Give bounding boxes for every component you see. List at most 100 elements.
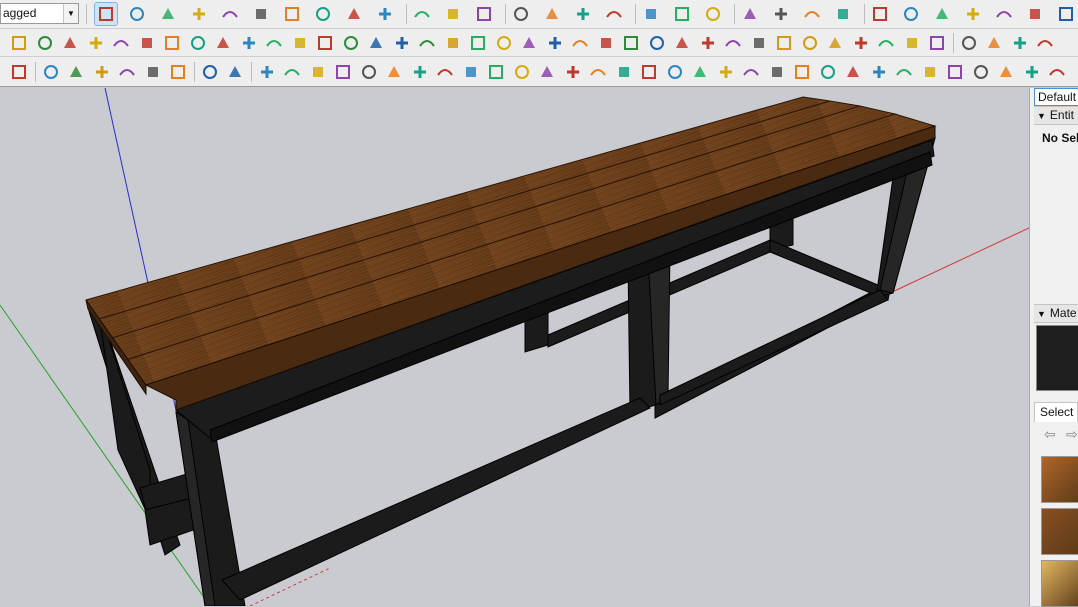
spiral-icon[interactable] — [110, 32, 132, 54]
panel-icon[interactable] — [161, 32, 183, 54]
shape-rectangle-icon[interactable] — [219, 3, 241, 25]
cube-brown-icon[interactable] — [569, 32, 591, 54]
horseshoe-icon[interactable] — [467, 32, 489, 54]
back-arrow-icon[interactable]: ⇦ — [1044, 426, 1056, 443]
curve-2-icon[interactable] — [281, 61, 303, 83]
coil-icon[interactable] — [689, 61, 711, 83]
doc-4-icon[interactable] — [1034, 32, 1056, 54]
entity-info-header[interactable]: ▼ Entit — [1034, 106, 1078, 125]
move-icon[interactable] — [312, 3, 334, 25]
add-circle-icon[interactable] — [40, 61, 62, 83]
slope-icon[interactable] — [817, 61, 839, 83]
move-blue-icon[interactable] — [646, 32, 668, 54]
blob-icon[interactable] — [358, 61, 380, 83]
cone-cyan-icon[interactable] — [391, 32, 413, 54]
follow-me-icon[interactable] — [281, 3, 303, 25]
sandbox-icon[interactable] — [739, 3, 761, 25]
grid-yellow-2-icon[interactable] — [824, 32, 846, 54]
materials-select-tab[interactable]: Select — [1034, 402, 1078, 422]
layers-red-icon[interactable] — [1024, 3, 1046, 25]
warehouse-icon[interactable] — [640, 3, 662, 25]
corner-3-icon[interactable] — [587, 61, 609, 83]
account-icon[interactable] — [770, 3, 792, 25]
zoom-extents-icon[interactable] — [603, 3, 625, 25]
text-label-icon[interactable] — [442, 3, 464, 25]
layers-2-icon[interactable] — [993, 3, 1015, 25]
layers-1-icon[interactable] — [962, 3, 984, 25]
chevron-down-icon[interactable]: ▼ — [63, 4, 78, 23]
scale-icon[interactable] — [374, 3, 396, 25]
dotted-grid-icon[interactable] — [901, 32, 923, 54]
blob-outline-icon[interactable] — [383, 61, 405, 83]
plane-outline-icon[interactable] — [85, 32, 107, 54]
grid-yellow-icon[interactable] — [799, 32, 821, 54]
stairs-icon[interactable] — [493, 32, 515, 54]
materials-header[interactable]: ▼ Mate — [1034, 304, 1078, 323]
shell-icon[interactable] — [434, 61, 456, 83]
house-front-icon[interactable] — [832, 3, 854, 25]
tray-tab-default[interactable]: Default — [1034, 88, 1078, 106]
dome-icon[interactable] — [919, 61, 941, 83]
pyramid-green-icon[interactable] — [416, 32, 438, 54]
ring-icon[interactable] — [518, 32, 540, 54]
plus-green-icon[interactable] — [340, 32, 362, 54]
flag-icon[interactable] — [187, 32, 209, 54]
dots-curve-icon[interactable] — [289, 32, 311, 54]
push-pull-icon[interactable] — [250, 3, 272, 25]
orbit-icon[interactable] — [510, 3, 532, 25]
layers-blue-icon[interactable] — [1055, 3, 1077, 25]
house-door-icon[interactable] — [931, 3, 953, 25]
sun-gradient-icon[interactable] — [91, 61, 113, 83]
leaf-icon[interactable] — [740, 61, 762, 83]
corner-2-icon[interactable] — [536, 61, 558, 83]
model-viewport[interactable] — [0, 88, 1029, 606]
material-swatch[interactable] — [1041, 456, 1078, 503]
tag-dropdown[interactable]: agged ▼ — [0, 3, 79, 24]
plane-yellow-icon[interactable] — [8, 32, 30, 54]
rotate-icon[interactable] — [343, 3, 365, 25]
house-icon[interactable] — [869, 3, 891, 25]
puzzle-green-icon[interactable] — [620, 32, 642, 54]
settings-gear-icon[interactable] — [167, 61, 189, 83]
pencil-line-icon[interactable] — [157, 3, 179, 25]
chairs-icon[interactable] — [926, 32, 948, 54]
triangle-yellow-icon[interactable] — [442, 32, 464, 54]
collapse-triangle-icon[interactable]: ▼ — [1037, 111, 1046, 121]
cross-blue-icon[interactable] — [365, 32, 387, 54]
house-iso-icon[interactable] — [801, 3, 823, 25]
tape-measure-icon[interactable] — [411, 3, 433, 25]
material-swatch[interactable] — [1041, 508, 1078, 555]
triangle-outline-icon[interactable] — [638, 61, 660, 83]
paint-bucket-icon[interactable] — [473, 3, 495, 25]
layout-icon[interactable] — [702, 3, 724, 25]
info-icon[interactable] — [224, 61, 246, 83]
dots-arc-icon[interactable] — [875, 32, 897, 54]
branch-icon[interactable] — [868, 61, 890, 83]
round-icon[interactable] — [970, 61, 992, 83]
hand-icon[interactable] — [715, 61, 737, 83]
fan-icon[interactable] — [791, 61, 813, 83]
plus-red-icon[interactable] — [314, 32, 336, 54]
link-icon[interactable] — [238, 32, 260, 54]
film-camera-icon[interactable] — [8, 61, 30, 83]
curve-1-icon[interactable] — [256, 61, 278, 83]
arrows-icon[interactable] — [893, 61, 915, 83]
forward-arrow-icon[interactable]: ⇨ — [1066, 426, 1078, 443]
hook-icon[interactable] — [485, 61, 507, 83]
collapse-triangle-icon[interactable]: ▼ — [1037, 309, 1046, 319]
spring-icon[interactable] — [664, 61, 686, 83]
material-swatch[interactable] — [1041, 560, 1078, 607]
cloud-upload-icon[interactable] — [142, 61, 164, 83]
cup-icon[interactable] — [613, 61, 635, 83]
grid-orange-icon[interactable] — [773, 32, 795, 54]
select-arrow-icon[interactable] — [94, 2, 118, 26]
pan-icon[interactable] — [541, 3, 563, 25]
doc-3-icon[interactable] — [1009, 32, 1031, 54]
box-wood-icon[interactable] — [212, 32, 234, 54]
hook-2-icon[interactable] — [995, 61, 1017, 83]
plane-red-icon[interactable] — [59, 32, 81, 54]
frame-icon[interactable] — [748, 32, 770, 54]
corner-1-icon[interactable] — [511, 61, 533, 83]
mail-icon[interactable] — [199, 61, 221, 83]
flower-icon[interactable] — [722, 32, 744, 54]
